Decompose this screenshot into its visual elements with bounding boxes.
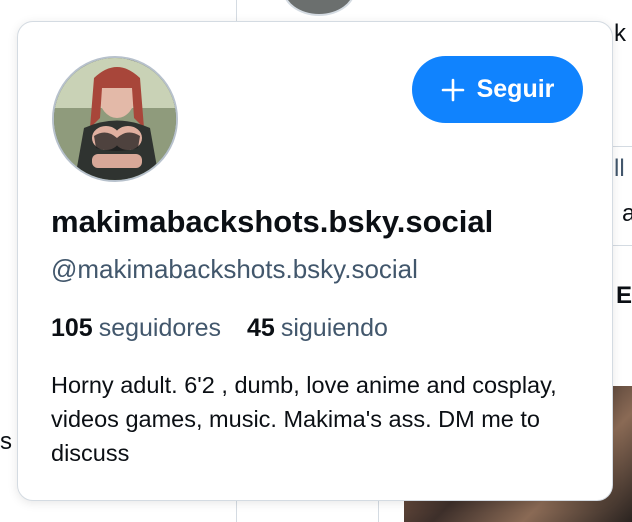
follow-button-label: Seguir	[476, 75, 555, 103]
following-label: siguiendo	[280, 314, 388, 342]
profile-display-name[interactable]: makimabackshots.bsky.social	[51, 204, 493, 240]
following-link[interactable]: 45 siguiendo	[247, 314, 388, 343]
followers-label: seguidores	[98, 314, 222, 342]
following-count: 45	[247, 314, 275, 342]
profile-stats: 105 seguidores 45 siguiendo	[51, 314, 388, 343]
profile-handle[interactable]: @makimabackshots.bsky.social	[51, 254, 418, 285]
profile-avatar[interactable]	[52, 56, 178, 182]
followers-link[interactable]: 105 seguidores	[51, 314, 221, 343]
feed-text-fragment: ll	[614, 155, 625, 182]
feed-text-fragment: k	[614, 20, 626, 47]
profile-hover-card: Seguir makimabackshots.bsky.social @maki…	[17, 21, 613, 501]
follow-button[interactable]: Seguir	[412, 56, 583, 123]
avatar-image	[54, 58, 176, 180]
plus-icon	[441, 78, 464, 101]
feed-text-fragment: s	[0, 428, 12, 455]
profile-bio: Horny adult. 6'2 , dumb, love anime and …	[51, 372, 557, 466]
feed-text-fragment: a	[622, 200, 632, 227]
followers-count: 105	[51, 314, 93, 342]
feed-text-fragment: E	[616, 282, 632, 309]
